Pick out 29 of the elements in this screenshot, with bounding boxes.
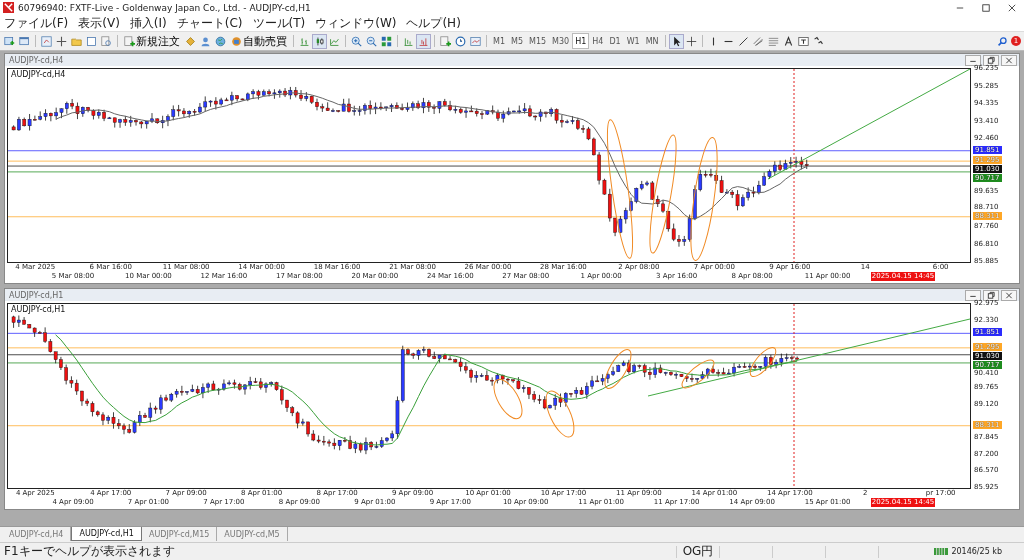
status-help-text: F1キーでヘルプが表示されます [4,543,175,560]
auto-trading-button[interactable]: 自動売買 [229,33,289,49]
timeframe-button[interactable]: W1 [624,34,642,48]
timeframe-button[interactable]: H1 [573,34,589,48]
chart-tab[interactable]: AUDJPY-cd,M15 [141,527,218,541]
chart-symbol-label: AUDJPY-cd,H4 [11,70,66,79]
chart-window-title: AUDJPY-cd,H1 [9,290,64,300]
chart-window-title: AUDJPY-cd,H4 [9,55,64,65]
menu-item[interactable]: ファイル(F) [4,15,69,31]
chart-symbol-label: AUDJPY-cd,H1 [11,305,66,314]
timeframe-button[interactable]: MN [643,34,661,48]
status-traffic-text: 20146/25 kb [951,547,1003,556]
timeframe-button[interactable]: M1 [491,34,507,48]
chart-tab[interactable]: AUDJPY-cd,H1 [71,527,142,541]
timeframe-button[interactable]: D1 [607,34,623,48]
menu-item[interactable]: チャート(C) [176,15,243,31]
status-profile-text: OG円 [675,545,720,558]
new-order-button[interactable]: 新規注文 [122,33,182,49]
menu-item[interactable]: ツール(T) [252,15,306,31]
timeframe-button[interactable]: M30 [550,34,572,48]
menu-item[interactable]: 挿入(I) [129,15,167,31]
menu-item[interactable]: ヘルプ(H) [406,15,461,31]
menu-item[interactable]: ウィンドウ(W) [315,15,397,31]
window-title: 60796940: FXTF-Live - Goldenway Japan Co., Ltd. - AUDJPY-cd,H1 [18,2,311,13]
timeframe-button[interactable]: M5 [509,34,525,48]
menu-item[interactable]: 表示(V) [78,15,120,31]
timeframe-button[interactable]: M15 [527,34,549,48]
chart-tab[interactable]: AUDJPY-cd,M5 [217,527,288,541]
timeframe-button[interactable]: H4 [590,34,606,48]
